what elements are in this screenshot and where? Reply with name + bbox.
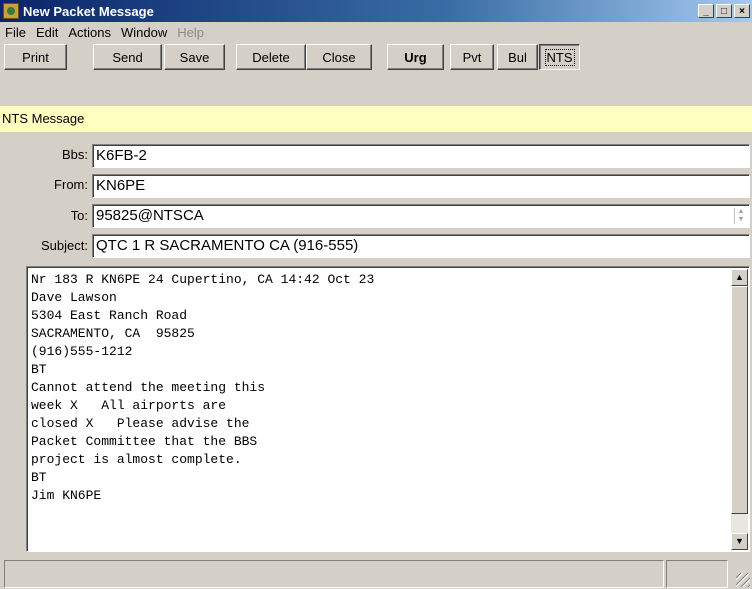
vertical-scrollbar[interactable]: ▲ ▼ — [731, 269, 748, 550]
from-field[interactable]: KN6PE — [92, 174, 750, 198]
menu-actions[interactable]: Actions — [63, 25, 116, 40]
menu-help[interactable]: Help — [172, 25, 209, 40]
to-label: To: — [70, 208, 88, 223]
message-body-editor[interactable]: Nr 183 R KN6PE 24 Cupertino, CA 14:42 Oc… — [26, 266, 750, 552]
message-type-banner: NTS Message — [0, 106, 752, 132]
to-field: 95825@NTSCA — [96, 207, 204, 224]
window-title: New Packet Message — [23, 3, 154, 19]
scroll-down-icon[interactable]: ▼ — [731, 533, 748, 550]
to-spinner[interactable]: ▲ ▼ — [734, 208, 747, 224]
send-button[interactable]: Send — [93, 44, 162, 70]
delete-button[interactable]: Delete — [236, 44, 306, 70]
close-window-button[interactable]: × — [734, 4, 750, 18]
from-label: From: — [54, 177, 88, 192]
title-bar[interactable]: New Packet Message _ □ × — [0, 0, 752, 22]
subject-label: Subject: — [41, 238, 88, 253]
to-field-box[interactable]: 95825@NTSCA ▲ ▼ — [92, 204, 750, 228]
nts-button[interactable]: NTS — [539, 44, 580, 70]
urgent-button[interactable]: Urg — [387, 44, 444, 70]
bbs-label: Bbs: — [61, 147, 88, 162]
subject-field[interactable]: QTC 1 R SACRAMENTO CA (916-555) — [92, 234, 750, 258]
close-button[interactable]: Close — [306, 44, 372, 70]
spin-down-icon[interactable]: ▼ — [735, 216, 747, 224]
bbs-field[interactable]: K6FB-2 — [92, 144, 750, 168]
spin-up-icon[interactable]: ▲ — [735, 208, 747, 216]
message-body-text: Nr 183 R KN6PE 24 Cupertino, CA 14:42 Oc… — [31, 272, 375, 503]
menu-file[interactable]: File — [0, 25, 31, 40]
resize-grip-icon[interactable] — [736, 573, 750, 587]
scroll-up-icon[interactable]: ▲ — [731, 269, 748, 286]
menu-window[interactable]: Window — [116, 25, 172, 40]
app-icon — [3, 3, 19, 19]
bulletin-button[interactable]: Bul — [497, 44, 538, 70]
save-button[interactable]: Save — [164, 44, 225, 70]
nts-button-label: NTS — [544, 48, 575, 66]
scroll-thumb[interactable] — [731, 286, 748, 514]
menu-bar: File Edit Actions Window Help — [0, 22, 752, 42]
status-bar — [0, 556, 752, 589]
toolbar: Print Send Save Delete Close Urg Pvt Bul… — [0, 42, 752, 72]
status-pane-main — [4, 560, 664, 588]
menu-edit[interactable]: Edit — [31, 25, 63, 40]
status-pane-secondary — [666, 560, 728, 588]
maximize-button[interactable]: □ — [716, 4, 732, 18]
minimize-button[interactable]: _ — [698, 4, 714, 18]
private-button[interactable]: Pvt — [450, 44, 494, 70]
print-button[interactable]: Print — [4, 44, 67, 70]
